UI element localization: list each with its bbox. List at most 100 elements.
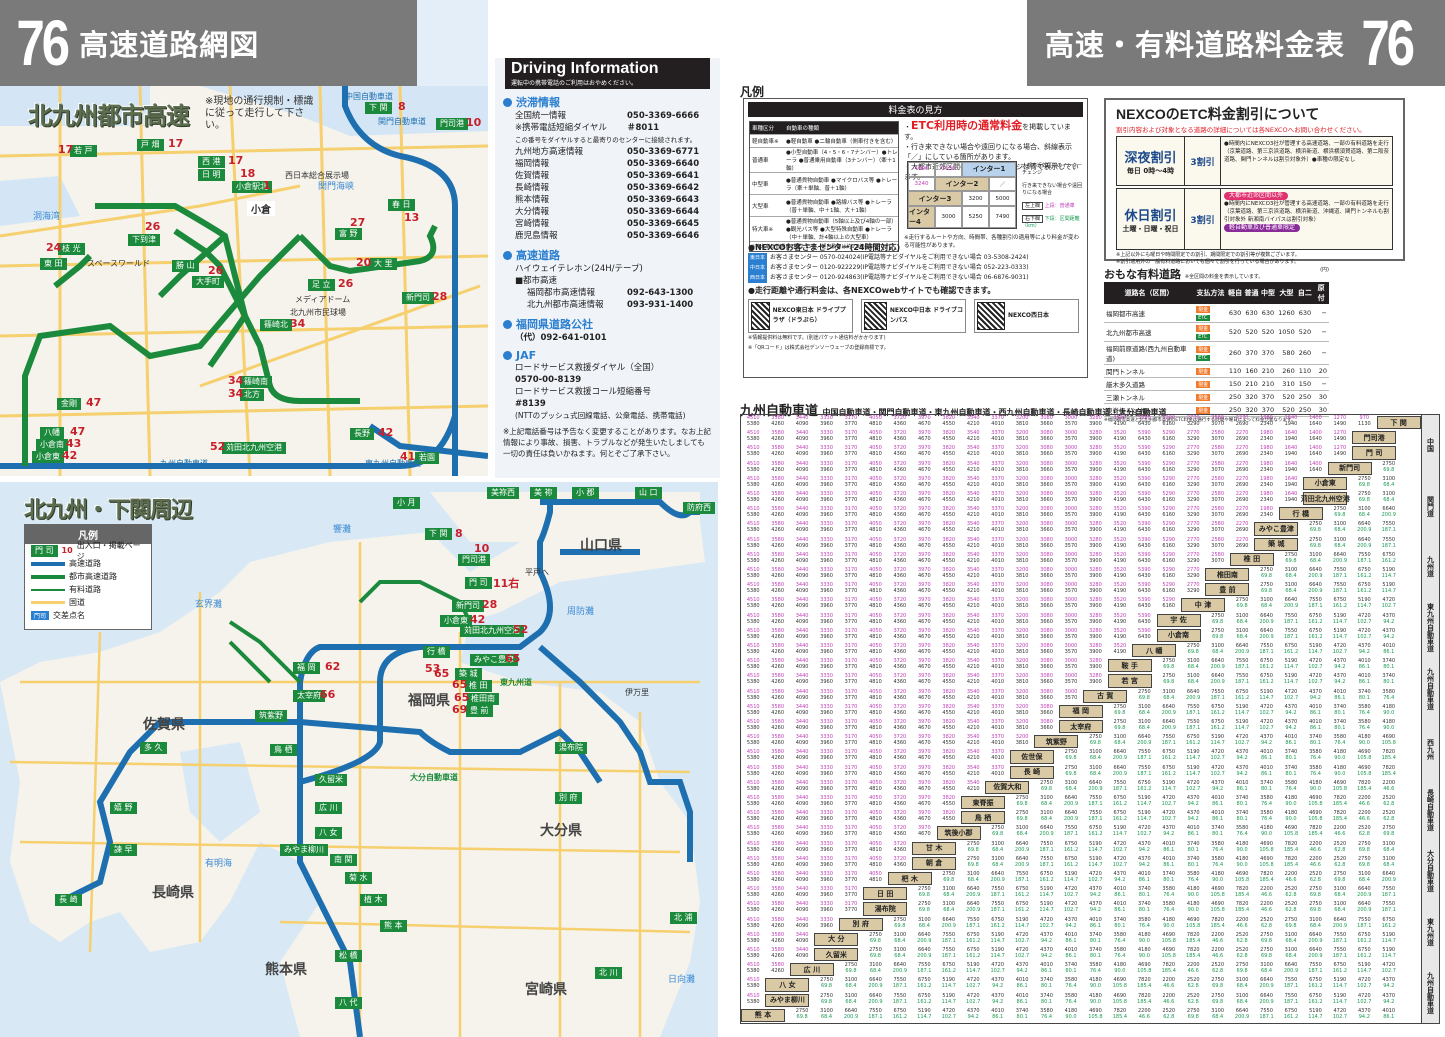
phone-number[interactable]: 050-3369-6640 [627, 158, 699, 170]
exit-sign-adachi[interactable]: 足 立 [308, 279, 335, 291]
exit-sign-shinozaki-kita[interactable]: 篠崎北 [260, 319, 292, 331]
exit-sign[interactable]: 筑紫野 [255, 710, 287, 722]
fare-lower: 6430 [1137, 618, 1151, 625]
exit-sign[interactable]: 行 橋 [423, 646, 450, 658]
exit-sign[interactable]: 防府西 [683, 502, 715, 514]
exit-sign-yahata[interactable]: 小倉東 [32, 451, 64, 463]
exit-sign[interactable]: 南 関 [330, 854, 357, 866]
exit-sign[interactable]: 諫 早 [110, 844, 137, 856]
distance-km: 62.8 [1187, 983, 1199, 990]
exit-sign-hiakari[interactable]: 日 明 [198, 169, 225, 181]
exit-sign-komine[interactable]: 金剛 [57, 398, 81, 410]
distance-km: 46.6 [1163, 983, 1175, 990]
exit-sign[interactable]: 嬉 野 [110, 802, 137, 814]
exit-sign[interactable]: 鳥 栖 [270, 744, 297, 756]
exit-sign[interactable]: 美祢西 [487, 487, 519, 499]
distance-km: 200.9 [868, 983, 883, 990]
toll-value: − [1313, 304, 1329, 323]
qr-card[interactable]: NEXCO東日本 ドライブプラザ（ドラぷら） [748, 299, 853, 333]
exit-sign-edamitsu[interactable]: 枝 光 [58, 243, 85, 255]
exit-sign[interactable]: 北 浦 [670, 912, 697, 924]
exit-sign[interactable]: 椎田南 [467, 693, 499, 705]
exit-sign-shinozaki-minami[interactable]: 篠崎南 [240, 376, 272, 388]
kyushu-regional-map[interactable]: 北九州・下関周辺 凡例 門 司 10 出入口・掲載ページ 高速道路 都市高速道路 有… [0, 482, 718, 1037]
kitakyushu-expressway-map[interactable]: 北九州都市高速 ※現地の通行規制・標識に従って走行して下さい。 下 関 8 門司… [0, 86, 488, 476]
exit-sign-tomino[interactable]: 富 野 [335, 228, 362, 240]
phone-number[interactable]: 0570-00-8139 [503, 374, 720, 386]
center-phone[interactable]: お客さまセンター 0570-024024(IP電話等ナビダイヤルをご利用できない… [770, 254, 1029, 261]
payment-methods: 現金ETC [1194, 304, 1227, 323]
exit-sign-katsuyama[interactable]: 勝 山 [172, 260, 199, 272]
distance-km: 161.2 [1234, 694, 1250, 701]
exit-page: 8 [398, 100, 406, 113]
distance-km: 90.0 [1212, 877, 1224, 883]
exit-sign[interactable]: 熊 本 [380, 920, 407, 932]
fare-lower: 4010 [991, 618, 1005, 625]
phone-number[interactable]: 050-3369-6646 [627, 230, 699, 242]
exit-sign[interactable]: 北 川 [595, 967, 622, 979]
exit-sign[interactable]: 松 橋 [335, 950, 362, 962]
exit-sign[interactable]: みやま柳川 [280, 844, 328, 856]
phone-number[interactable]: 050-3369-6643 [627, 194, 699, 206]
fare-lower: 5380 [746, 557, 760, 564]
fare-cell: 3170 3770 [839, 597, 863, 609]
exit-sign[interactable]: 山 口 [635, 487, 662, 499]
exit-sign[interactable]: 湯布院 [555, 742, 587, 754]
exit-sign[interactable]: 美 祢 [530, 487, 557, 499]
exit-sign-babayama[interactable]: 八幡 [40, 427, 64, 439]
exit-sign-higashida[interactable]: 東 田 [40, 258, 67, 270]
exit-sign[interactable]: 小 郡 [572, 487, 599, 499]
phone-number[interactable]: 050-3369-6666 [627, 110, 699, 122]
exit-sign[interactable]: 新門司 [452, 600, 484, 612]
exit-sign-otemachi[interactable]: 大手町 [192, 276, 224, 288]
exit-sign-shimonoseki[interactable]: 下 関 [365, 102, 392, 114]
fare-lower: 3570 [1064, 557, 1078, 564]
exit-sign-shimoitozu[interactable]: 下到津 [128, 234, 160, 246]
phone-number[interactable]: 050-3369-6771 [627, 146, 699, 158]
qr-card[interactable]: NEXCO西日本 [974, 299, 1079, 333]
phone-number[interactable]: 050-3369-6644 [627, 206, 699, 218]
exit-sign[interactable]: 多 久 [140, 742, 167, 754]
center-phone[interactable]: お客さまセンター 0120-924863(IP電話等ナビダイヤルをご利用できない… [770, 274, 1029, 281]
exit-sign-wakato[interactable]: 若 戸 [70, 145, 97, 157]
exit-sign-nishiminato[interactable]: 西 港 [198, 156, 225, 168]
exit-sign-shinmoji[interactable]: 新門司 [402, 292, 434, 304]
exit-sign[interactable]: 福 岡 [293, 662, 320, 674]
exit-sign[interactable]: 菊 水 [345, 872, 372, 884]
phone-number[interactable]: 050-3369-6645 [627, 218, 699, 230]
exit-sign[interactable]: 八 代 [335, 997, 362, 1009]
exit-sign[interactable]: 門司港 [458, 554, 490, 566]
fare-cell: 2580 3070 [1205, 537, 1229, 549]
phone-number[interactable]: 092-643-1300 [627, 287, 693, 299]
exit-sign[interactable]: 長 崎 [55, 894, 82, 906]
fare-lower: 4360 [893, 725, 907, 731]
exit-sign-kasuga[interactable]: 春 日 [388, 199, 415, 211]
phone-number[interactable]: 050-3369-6642 [627, 182, 699, 194]
exit-sign[interactable]: 八 女 [315, 827, 342, 839]
phone-number[interactable]: 093-931-1400 [627, 299, 693, 311]
center-phone[interactable]: お客さまセンター 0120-922229(IP電話等ナビダイヤルをご利用できない… [770, 264, 1029, 271]
exit-sign-mojiko[interactable]: 門司港 [436, 118, 468, 130]
exit-sign-kokura-minami[interactable]: 苅田北九州空港 [222, 442, 286, 454]
exit-sign[interactable]: 久留米 [315, 774, 347, 786]
exit-sign[interactable]: 小 月 [393, 497, 420, 509]
phone-number[interactable]: （代）092-641-0101 [503, 332, 720, 344]
exit-sign[interactable]: 下 関 [425, 528, 452, 540]
exit-sign-kitagata[interactable]: 北方 [240, 389, 264, 401]
phone-number[interactable]: #8139 [503, 398, 720, 410]
exit-sign[interactable]: 植 木 [360, 894, 387, 906]
exit-sign-dairi[interactable]: 大 里 [370, 258, 397, 270]
phone-number[interactable]: ＃8011 [627, 122, 659, 134]
distance-km: 105.8 [1088, 1013, 1103, 1020]
fare-cell: 6750 161.2 [1352, 582, 1376, 594]
qr-card[interactable]: NEXCO中日本 ドライブコンパス [861, 299, 966, 333]
exit-sign[interactable]: 別 府 [555, 792, 582, 804]
exit-sign-kokura-higashi[interactable]: 長野 [350, 428, 374, 440]
exit-sign[interactable]: 豊 前 [466, 705, 493, 717]
exit-sign[interactable]: 広 川 [315, 802, 342, 814]
fare-cell: 3970 4670 [912, 613, 936, 625]
exit-sign[interactable]: 門 司 [465, 577, 492, 589]
fare-lower: 3290 [1186, 527, 1200, 534]
phone-number[interactable]: 050-3369-6641 [627, 170, 699, 182]
exit-sign-tobata[interactable]: 戸 畑 [137, 139, 164, 151]
